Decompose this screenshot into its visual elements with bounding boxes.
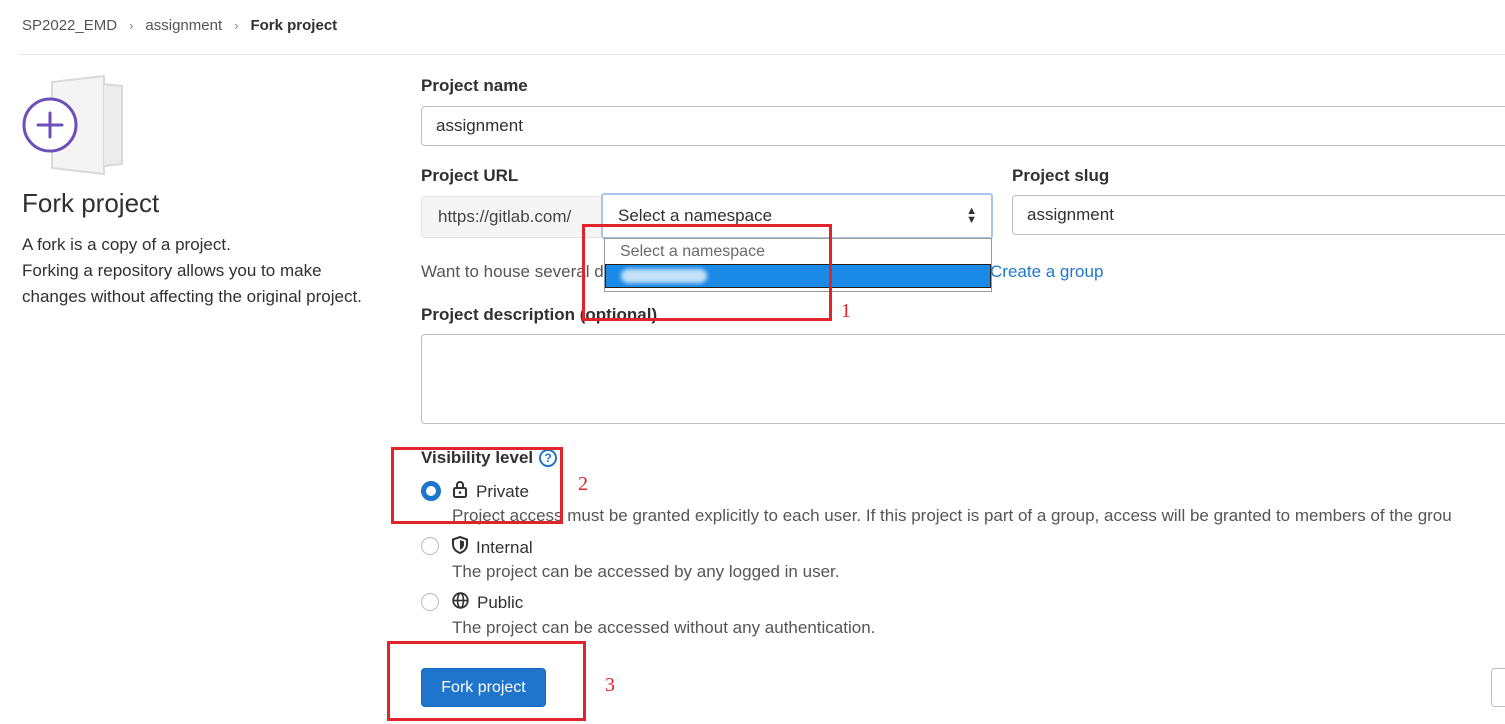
annotation-box-1: [582, 224, 832, 321]
select-arrows-icon: ▲ ▼: [966, 205, 977, 226]
project-name-input[interactable]: assignment: [421, 106, 1505, 146]
description-line: Forking a repository allows you to make …: [22, 261, 362, 306]
project-slug-input[interactable]: assignment: [1012, 195, 1505, 235]
shield-icon: [452, 535, 468, 559]
namespace-select-value: Select a namespace: [618, 206, 773, 225]
visibility-public-radio[interactable]: [421, 593, 439, 611]
annotation-number-3: 3: [605, 674, 615, 696]
breadcrumb-current[interactable]: Fork project: [250, 17, 337, 34]
group-helper-text: Want to house several d: [421, 262, 604, 281]
breadcrumb-item-project[interactable]: assignment: [145, 17, 222, 34]
visibility-internal-label: Internal: [476, 537, 533, 557]
page-title: Fork project: [22, 188, 160, 218]
globe-icon: [452, 592, 469, 614]
project-description-textarea[interactable]: [421, 334, 1505, 424]
page-description: A fork is a copy of a project. Forking a…: [22, 232, 362, 310]
annotation-number-1: 1: [841, 300, 851, 322]
header-divider: [20, 54, 1505, 55]
project-url-label: Project URL: [421, 166, 519, 185]
annotation-box-3: [387, 641, 586, 721]
visibility-private-help: Project access must be granted explicitl…: [452, 506, 1452, 525]
visibility-internal-option[interactable]: Internal: [452, 535, 533, 559]
fork-illustration-icon: [22, 74, 126, 178]
breadcrumb: SP2022_EMD › assignment › Fork project: [22, 14, 337, 36]
chevron-right-icon: ›: [234, 17, 239, 33]
annotation-box-2: [391, 447, 563, 524]
chevron-right-icon: ›: [129, 17, 134, 33]
description-line: A fork is a copy of a project.: [22, 235, 231, 254]
url-prefix: https://gitlab.com/: [421, 196, 601, 238]
breadcrumb-item-group[interactable]: SP2022_EMD: [22, 17, 117, 34]
visibility-public-label: Public: [477, 593, 524, 612]
visibility-public-option[interactable]: Public: [452, 592, 523, 614]
visibility-public-help: The project can be accessed without any …: [452, 618, 876, 637]
create-group-link[interactable]: Create a group: [990, 262, 1103, 282]
project-name-label: Project name: [421, 76, 528, 95]
annotation-number-2: 2: [578, 473, 588, 495]
visibility-internal-radio[interactable]: [421, 537, 439, 555]
project-slug-label: Project slug: [1012, 166, 1110, 185]
cancel-button[interactable]: [1491, 668, 1505, 707]
visibility-internal-help: The project can be accessed by any logge…: [452, 562, 840, 581]
